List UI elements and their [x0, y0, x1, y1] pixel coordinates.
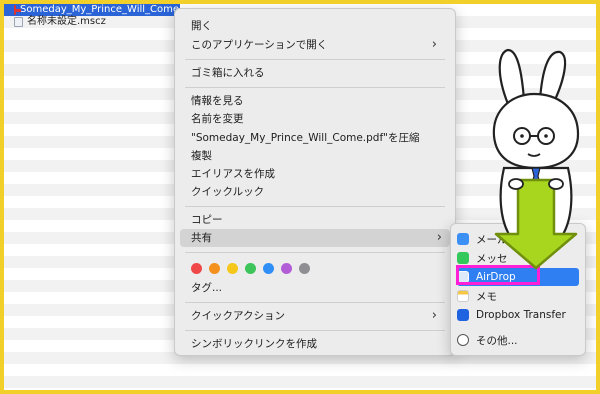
notes-icon — [457, 290, 469, 302]
menu-item-trash[interactable]: ゴミ箱に入れる — [191, 64, 445, 82]
menu-separator — [185, 87, 445, 88]
tag-color-blue[interactable] — [263, 263, 274, 274]
chevron-right-icon: › — [431, 308, 437, 323]
share-item-dropbox[interactable]: Dropbox Transfer — [457, 306, 579, 324]
menu-item-copy[interactable]: コピー — [191, 211, 445, 229]
rabbit-pointing-illustration — [492, 48, 580, 270]
menu-item-get-info[interactable]: 情報を見る — [191, 92, 445, 110]
menu-separator — [185, 330, 445, 331]
screenshot-frame: Someday_My_Prince_Will_Come.pdf 名称未設定.ms… — [4, 4, 596, 390]
menu-item-tags[interactable]: タグ... — [191, 279, 445, 297]
file-row-pdf[interactable]: Someday_My_Prince_Will_Come.pdf — [4, 4, 198, 16]
menu-item-symlink[interactable]: シンボリックリンクを作成 — [191, 335, 445, 353]
file-row-mscz[interactable]: 名称未設定.mscz — [4, 16, 106, 28]
tag-color-row — [191, 263, 310, 274]
tag-color-yellow[interactable] — [227, 263, 238, 274]
mscz-file-icon — [14, 17, 23, 27]
file-name: 名称未設定.mscz — [27, 16, 106, 27]
tag-color-red[interactable] — [191, 263, 202, 274]
menu-separator — [185, 252, 445, 253]
chevron-right-icon: › — [431, 37, 437, 52]
menu-item-share[interactable]: 共有 › — [180, 229, 450, 247]
menu-separator — [185, 59, 445, 60]
messages-icon — [457, 252, 469, 264]
tag-color-orange[interactable] — [209, 263, 220, 274]
menu-item-open[interactable]: 開く — [191, 17, 445, 35]
more-icon — [457, 334, 469, 346]
context-menu: 開く このアプリケーションで開く › ゴミ箱に入れる 情報を見る 名前を変更 "S… — [174, 8, 456, 356]
menu-item-duplicate[interactable]: 複製 — [191, 147, 445, 165]
menu-item-rename[interactable]: 名前を変更 — [191, 110, 445, 128]
tag-color-gray[interactable] — [299, 263, 310, 274]
chevron-right-icon: › — [436, 230, 442, 245]
menu-item-quick-look[interactable]: クイックルック — [191, 183, 445, 201]
menu-item-make-alias[interactable]: エイリアスを作成 — [191, 165, 445, 183]
menu-item-open-with[interactable]: このアプリケーションで開く › — [191, 36, 445, 54]
dropbox-icon — [457, 309, 469, 321]
file-name: Someday_My_Prince_Will_Come.pdf — [20, 4, 199, 15]
menu-separator — [185, 302, 445, 303]
share-item-other[interactable]: その他... — [457, 331, 579, 349]
pdf-file-icon — [14, 5, 21, 15]
tag-color-purple[interactable] — [281, 263, 292, 274]
menu-item-quick-actions[interactable]: クイックアクション › — [191, 307, 445, 325]
menu-separator — [185, 206, 445, 207]
share-item-notes[interactable]: メモ — [457, 287, 579, 305]
mail-icon — [457, 233, 469, 245]
menu-item-compress[interactable]: "Someday_My_Prince_Will_Come.pdf"を圧縮 — [191, 129, 445, 147]
tag-color-green[interactable] — [245, 263, 256, 274]
